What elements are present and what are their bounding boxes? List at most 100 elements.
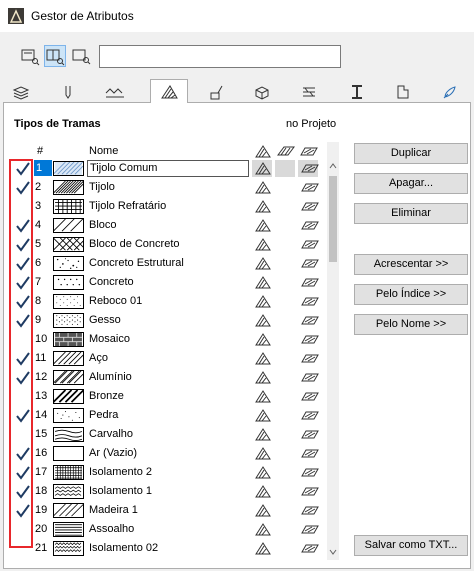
list-row[interactable]: 8 Reboco 01 [7,292,327,311]
details-view-button[interactable] [44,45,66,67]
checkmark-icon[interactable] [15,218,31,234]
draft-fill-icon [255,257,271,270]
append-button[interactable]: Acrescentar >> [354,254,468,275]
surface-icon [210,85,223,100]
list-row[interactable]: 9 Gesso [7,311,327,330]
row-name[interactable]: Tijolo Comum [87,160,249,177]
list-row[interactable]: 17 Isolamento 2 [7,463,327,482]
scroll-thumb[interactable] [329,176,337,262]
by-name-button[interactable]: Pelo Nome >> [354,314,468,335]
row-number: 6 [35,257,42,269]
list-row[interactable]: 10 Mosaico [7,330,327,349]
list-row[interactable]: 1 Tijolo Comum [7,159,327,178]
draft-fill-icon [255,466,271,479]
cut-fill-icon [301,221,319,230]
list-row[interactable]: 6 Concreto Estrutural [7,254,327,273]
save-as-txt-button[interactable]: Salvar como TXT... [354,535,468,556]
fill-types-list[interactable]: # Nome 1 Tijolo Comum 2 Tijolo 3 Tijolo Refra… [7,142,327,560]
row-name: Pedra [89,409,119,421]
list-row[interactable]: 11 Aço [7,349,327,368]
checkmark-icon[interactable] [15,370,31,386]
checkmark-icon[interactable] [15,313,31,329]
row-number: 12 [35,371,48,383]
checkmark-icon[interactable] [15,237,31,253]
archicad-app-icon [8,8,24,24]
list-row[interactable]: 14 Pedra [7,406,327,425]
checkmark-icon[interactable] [15,351,31,367]
tab-layers[interactable] [3,81,39,103]
checkmark-icon[interactable] [15,484,31,500]
cut-fill-icon [301,468,319,477]
tab-profiles[interactable] [339,81,375,103]
row-name: Bloco [89,219,117,231]
list-view-button[interactable] [19,45,41,67]
row-name: Isolamento 02 [89,542,159,554]
list-row[interactable]: 21 Isolamento 02 [7,539,327,558]
row-name: Aço [89,352,108,364]
list-row[interactable]: 2 Tijolo [7,178,327,197]
tab-building-materials[interactable] [244,81,280,103]
checkmark-icon[interactable] [15,503,31,519]
tab-composites[interactable] [291,81,327,103]
cut-fill-icon [301,278,319,287]
row-number: 13 [35,390,48,402]
cut-fill-icon [301,392,319,401]
scroll-up-arrow-icon[interactable] [327,160,339,172]
cut-fill-icon [301,297,319,306]
tab-line-types[interactable] [97,81,133,103]
list-row[interactable]: 18 Isolamento 1 [7,482,327,501]
checkmark-icon[interactable] [15,180,31,196]
remove-button[interactable]: Eliminar [354,203,468,224]
by-index-button[interactable]: Pelo Índice >> [354,284,468,305]
tab-zones[interactable] [385,81,421,103]
row-number: 8 [35,295,42,307]
list-row[interactable]: 4 Bloco [7,216,327,235]
checkmark-icon[interactable] [15,294,31,310]
cut-fill-icon [301,259,319,268]
fill-pattern-swatch [53,332,84,347]
draft-fill-icon [255,428,271,441]
list-row[interactable]: 16 Ar (Vazio) [7,444,327,463]
number-column-header: # [37,145,44,157]
fill-pattern-swatch [53,256,84,271]
duplicate-button[interactable]: Duplicar [354,143,468,164]
list-row[interactable]: 5 Bloco de Concreto [7,235,327,254]
building-material-icon [255,86,269,100]
fill-pattern-swatch [53,237,84,252]
tab-fill-types[interactable] [150,79,188,104]
checkmark-icon[interactable] [15,446,31,462]
scroll-down-arrow-icon[interactable] [327,546,339,558]
draft-fill-icon [255,333,271,346]
fill-pattern-swatch [53,446,84,461]
row-number: 7 [35,276,42,288]
row-name: Tijolo Refratário [89,200,167,212]
list-row[interactable]: 19 Madeira 1 [7,501,327,520]
tab-mep[interactable] [432,81,468,103]
list-row[interactable]: 7 Concreto [7,273,327,292]
name-column-header: Nome [89,145,119,157]
checkmark-icon[interactable] [15,408,31,424]
checkmark-icon[interactable] [15,256,31,272]
list-row[interactable]: 15 Carvalho [7,425,327,444]
tab-surfaces[interactable] [198,81,234,103]
mep-icon [443,86,456,99]
list-row[interactable]: 3 Tijolo Refratário [7,197,327,216]
checkmark-icon[interactable] [15,465,31,481]
search-input[interactable] [99,45,341,68]
list-row[interactable]: 12 Alumínio [7,368,327,387]
fill-pattern-swatch [53,313,84,328]
row-name: Ar (Vazio) [89,447,138,459]
row-name: Assoalho [89,523,135,535]
zone-icon [397,85,409,99]
list-scrollbar[interactable] [327,142,339,560]
search-view-button[interactable] [70,45,92,67]
list-row[interactable]: 13 Bronze [7,387,327,406]
checkmark-icon[interactable] [15,161,31,177]
list-row[interactable]: 20 Assoalho [7,520,327,539]
checkmark-icon[interactable] [15,275,31,291]
delete-button[interactable]: Apagar... [354,173,468,194]
tab-pens[interactable] [50,81,86,103]
draft-fill-icon [255,542,271,555]
cover-fill-column-icon [277,146,295,156]
cut-fill-icon [301,430,319,439]
